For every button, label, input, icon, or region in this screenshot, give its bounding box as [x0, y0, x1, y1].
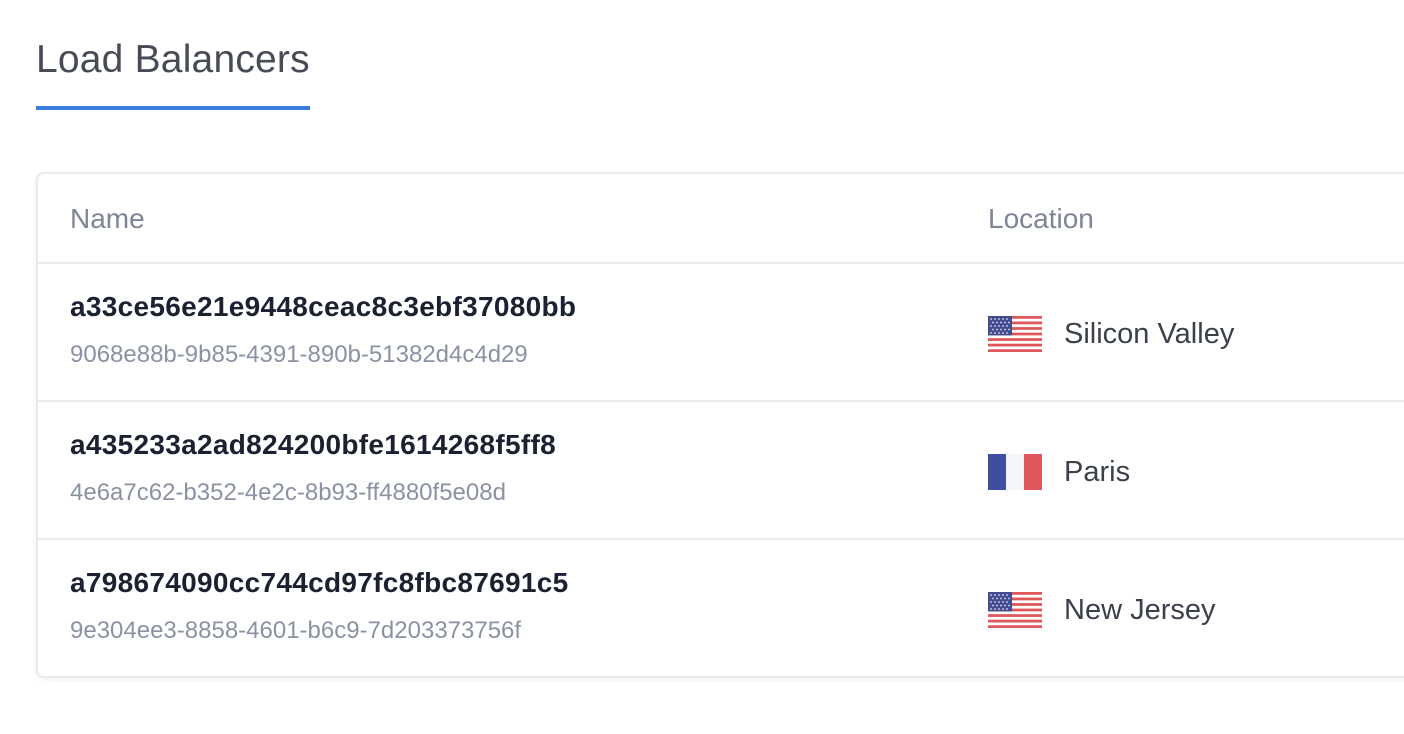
table-header: Name Location	[38, 174, 1404, 264]
load-balancer-name[interactable]: a798674090cc744cd97fc8fbc87691c5	[70, 566, 568, 600]
load-balancer-id: 9e304ee3-8858-4601-b6c9-7d203373756f	[70, 617, 522, 644]
fr-flag-icon	[988, 454, 1042, 490]
column-header-name[interactable]: Name	[70, 202, 145, 236]
load-balancers-table: Name Location a33ce56e21e9448ceac8c3ebf3…	[36, 172, 1404, 678]
load-balancer-name[interactable]: a33ce56e21e9448ceac8c3ebf37080bb	[70, 290, 576, 324]
table-row[interactable]: a435233a2ad824200bfe1614268f5ff8 4e6a7c6…	[38, 402, 1404, 540]
location-cell: New Jersey	[988, 592, 1216, 628]
location-cell: Silicon Valley	[988, 316, 1234, 352]
table-row[interactable]: a33ce56e21e9448ceac8c3ebf37080bb 9068e88…	[38, 264, 1404, 402]
column-header-location[interactable]: Location	[988, 202, 1094, 236]
location-cell: Paris	[988, 454, 1130, 490]
location-label: Paris	[1064, 456, 1131, 488]
table-row[interactable]: a798674090cc744cd97fc8fbc87691c5 9e304ee…	[38, 540, 1404, 676]
load-balancer-id: 9068e88b-9b85-4391-890b-51382d4c4d29	[70, 341, 528, 368]
tab-load-balancers[interactable]: Load Balancers	[36, 40, 310, 110]
us-flag-icon	[988, 592, 1042, 628]
location-label: Silicon Valley	[1064, 318, 1235, 350]
page: Load Balancers Name Location a33ce56e21e…	[0, 0, 1404, 734]
load-balancer-id: 4e6a7c62-b352-4e2c-8b93-ff4880f5e08d	[70, 479, 506, 506]
us-flag-icon	[988, 316, 1042, 352]
location-label: New Jersey	[1064, 594, 1216, 626]
page-header: Load Balancers	[36, 40, 310, 110]
load-balancer-name[interactable]: a435233a2ad824200bfe1614268f5ff8	[70, 428, 556, 462]
